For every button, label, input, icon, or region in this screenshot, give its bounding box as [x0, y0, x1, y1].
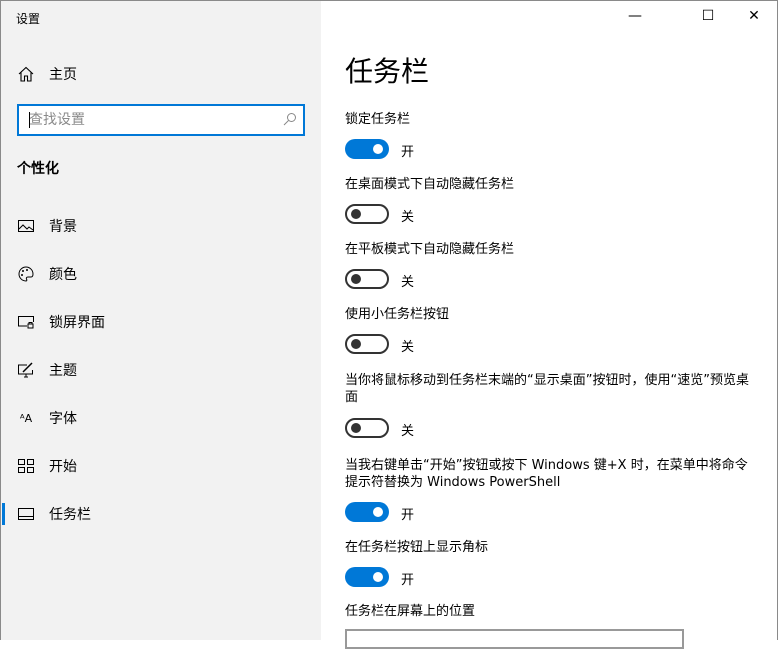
window-border — [0, 0, 778, 640]
